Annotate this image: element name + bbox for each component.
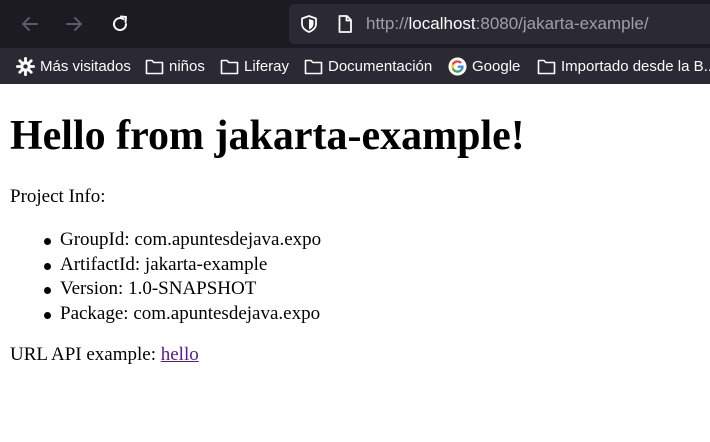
google-icon — [448, 56, 467, 76]
project-info-label: Project Info: — [10, 186, 106, 207]
api-example-label: URL API example: — [10, 344, 161, 365]
hello-link[interactable]: hello — [161, 344, 199, 365]
url-text[interactable]: http://localhost:8080/jakarta-example/ — [366, 14, 649, 34]
bookmark-ninos[interactable]: niños — [145, 48, 205, 84]
bookmark-importado[interactable]: Importado desde la B... — [537, 48, 710, 84]
bookmark-label: niños — [169, 57, 205, 75]
api-example: URL API example: hello — [10, 344, 199, 366]
url-path: :8080/jakarta-example/ — [475, 14, 649, 33]
list-item-text: Package: com.apuntesdejava.expo — [60, 302, 321, 324]
list-item: ArtifactId: jakarta-example — [10, 253, 321, 278]
forward-button[interactable] — [60, 10, 88, 38]
list-item: GroupId: com.apuntesdejava.expo — [10, 228, 321, 253]
page-heading: Hello from jakarta-example! — [10, 113, 525, 159]
list-item: Version: 1.0-SNAPSHOT — [10, 277, 321, 302]
folder-icon — [304, 59, 323, 74]
bullet-icon — [44, 287, 51, 294]
list-item: Package: com.apuntesdejava.expo — [10, 302, 321, 327]
url-scheme: http:// — [366, 14, 409, 33]
bookmarks-toolbar: Más visitados niños Liferay Documentació… — [0, 48, 710, 84]
bookmark-label: Google — [472, 57, 521, 75]
list-item-text: Version: 1.0-SNAPSHOT — [60, 278, 257, 299]
bookmark-documentacion[interactable]: Documentación — [304, 48, 432, 84]
bookmark-liferay[interactable]: Liferay — [220, 48, 289, 84]
bookmark-label: Documentación — [328, 57, 433, 75]
bookmark-google[interactable]: Google — [448, 48, 520, 84]
list-item-text: GroupId: com.apuntesdejava.expo — [60, 229, 322, 250]
project-info-list: GroupId: com.apuntesdejava.expo Artifact… — [10, 228, 321, 326]
folder-icon — [220, 59, 239, 74]
back-button[interactable] — [16, 10, 44, 38]
folder-icon — [145, 59, 164, 74]
gear-icon — [16, 56, 35, 76]
reload-icon — [113, 15, 128, 32]
bookmark-mas-visitados[interactable]: Más visitados — [16, 48, 131, 84]
page-info-icon[interactable] — [335, 14, 355, 34]
bookmark-label: Importado desde la B... — [561, 57, 710, 75]
reload-button[interactable] — [106, 10, 134, 38]
bullet-icon — [44, 238, 51, 245]
shield-icon[interactable] — [299, 14, 319, 34]
bullet-icon — [44, 311, 51, 319]
bookmark-label: Liferay — [244, 57, 290, 75]
folder-icon — [537, 59, 556, 74]
arrow-left-icon — [22, 17, 38, 31]
browser-toolbar: http://localhost:8080/jakarta-example/ — [0, 0, 710, 48]
address-bar[interactable]: http://localhost:8080/jakarta-example/ — [289, 4, 710, 44]
list-item-text: ArtifactId: jakarta-example — [60, 253, 268, 275]
arrow-right-icon — [66, 17, 82, 31]
url-host: localhost — [408, 14, 476, 33]
bullet-icon — [44, 262, 51, 270]
bookmark-label: Más visitados — [40, 57, 131, 75]
